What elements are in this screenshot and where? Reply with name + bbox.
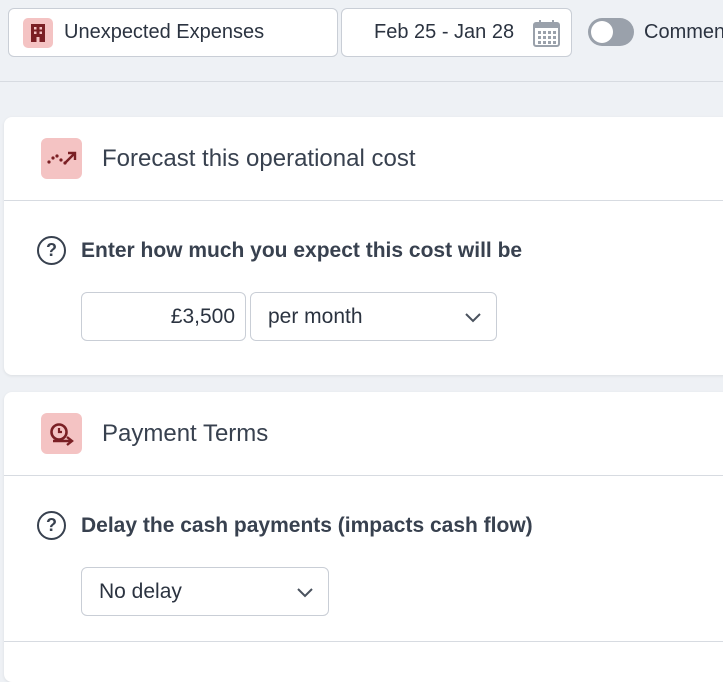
question-icon[interactable]: ? [37, 236, 66, 265]
date-range-picker[interactable]: Feb 25 - Jan 28 [341, 8, 572, 57]
delay-value: No delay [99, 579, 182, 603]
toggle-knob [591, 21, 613, 43]
payment-terms-question: ? Delay the cash payments (impacts cash … [37, 511, 533, 540]
chevron-down-icon [464, 308, 482, 332]
payment-terms-title: Payment Terms [102, 419, 269, 447]
payment-terms-card-header: Payment Terms [4, 392, 723, 476]
comments-toggle-group: Comments [588, 18, 723, 46]
comments-toggle[interactable] [588, 18, 634, 46]
forecast-question: ? Enter how much you expect this cost wi… [37, 236, 522, 265]
payment-terms-icon [41, 413, 82, 454]
question-icon[interactable]: ? [37, 511, 66, 540]
forecast-title: Forecast this operational cost [102, 144, 416, 172]
frequency-value: per month [268, 304, 363, 328]
payment-terms-question-text: Delay the cash payments (impacts cash fl… [81, 513, 533, 537]
frequency-select[interactable]: per month [250, 292, 497, 341]
expense-name-value: Unexpected Expenses [64, 21, 265, 43]
comments-toggle-label: Comments [644, 20, 723, 43]
delay-select[interactable]: No delay [81, 567, 329, 616]
payment-terms-card: Payment Terms ? Delay the cash payments … [4, 392, 723, 682]
building-icon [23, 17, 53, 48]
date-range-value: Feb 25 - Jan 28 [374, 21, 515, 43]
forecast-question-text: Enter how much you expect this cost will… [81, 238, 523, 262]
amount-input[interactable]: £3,500 [81, 292, 246, 341]
trend-arrow-icon [41, 138, 82, 179]
forecast-card-header: Forecast this operational cost [4, 117, 723, 201]
top-bar: Unexpected Expenses Feb 25 - Jan 28 Comm… [0, 0, 723, 82]
forecast-card: Forecast this operational cost ? Enter h… [4, 117, 723, 375]
section-divider [4, 641, 723, 642]
amount-value: £3,500 [170, 304, 235, 328]
calendar-icon[interactable] [533, 20, 560, 52]
expense-name-field[interactable]: Unexpected Expenses [8, 8, 338, 57]
chevron-down-icon [296, 583, 314, 607]
